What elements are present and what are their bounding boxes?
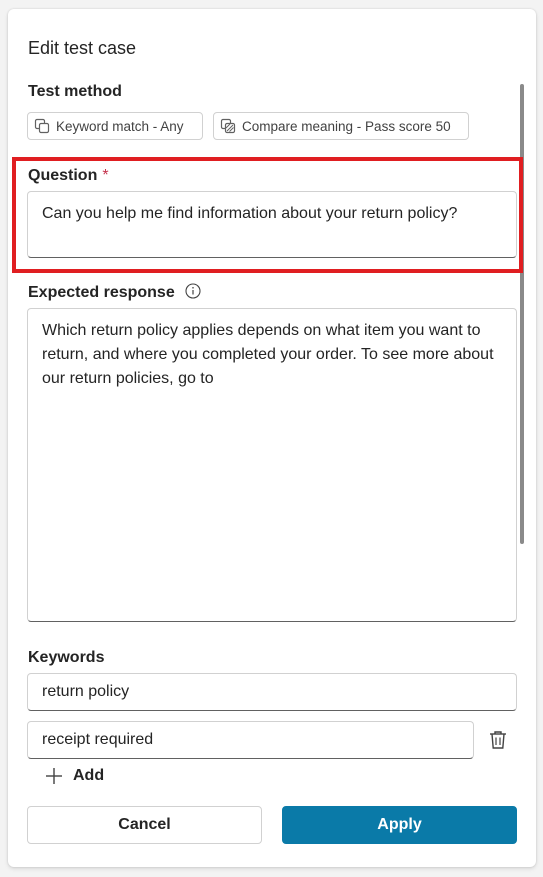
chip-label: Compare meaning - Pass score 50 [242,118,451,134]
add-label: Add [73,767,105,784]
add-keyword-button[interactable]: Add [45,767,104,785]
keyword-input[interactable]: receipt required [27,721,474,759]
expected-response-label: Expected response [28,283,201,303]
expected-response-input[interactable]: Which return policy applies depends on w… [27,308,517,622]
keywords-label: Keywords [28,649,105,666]
question-label-text: Question [28,167,98,184]
question-label: Question * [28,166,109,186]
panel-title: Edit test case [28,38,137,58]
delete-keyword-icon[interactable] [487,729,509,751]
scrollbar[interactable] [520,84,524,544]
chip-label: Keyword match - Any [56,118,184,134]
required-marker: * [102,167,109,184]
cancel-button[interactable]: Cancel [27,806,262,844]
chip-keyword-match[interactable]: Keyword match - Any [27,112,203,140]
keyword-match-icon [34,118,50,134]
edit-test-case-panel: Edit test case Test method Keyword match… [8,9,536,867]
info-icon[interactable] [185,283,201,299]
question-input[interactable]: Can you help me find information about y… [27,191,517,258]
keyword-input[interactable]: return policy [27,673,517,711]
chip-compare-meaning[interactable]: Compare meaning - Pass score 50 [213,112,469,140]
expected-response-label-text: Expected response [28,284,175,301]
compare-meaning-icon [220,118,236,134]
apply-button[interactable]: Apply [282,806,517,844]
plus-icon [46,768,62,784]
test-method-label: Test method [28,83,122,100]
